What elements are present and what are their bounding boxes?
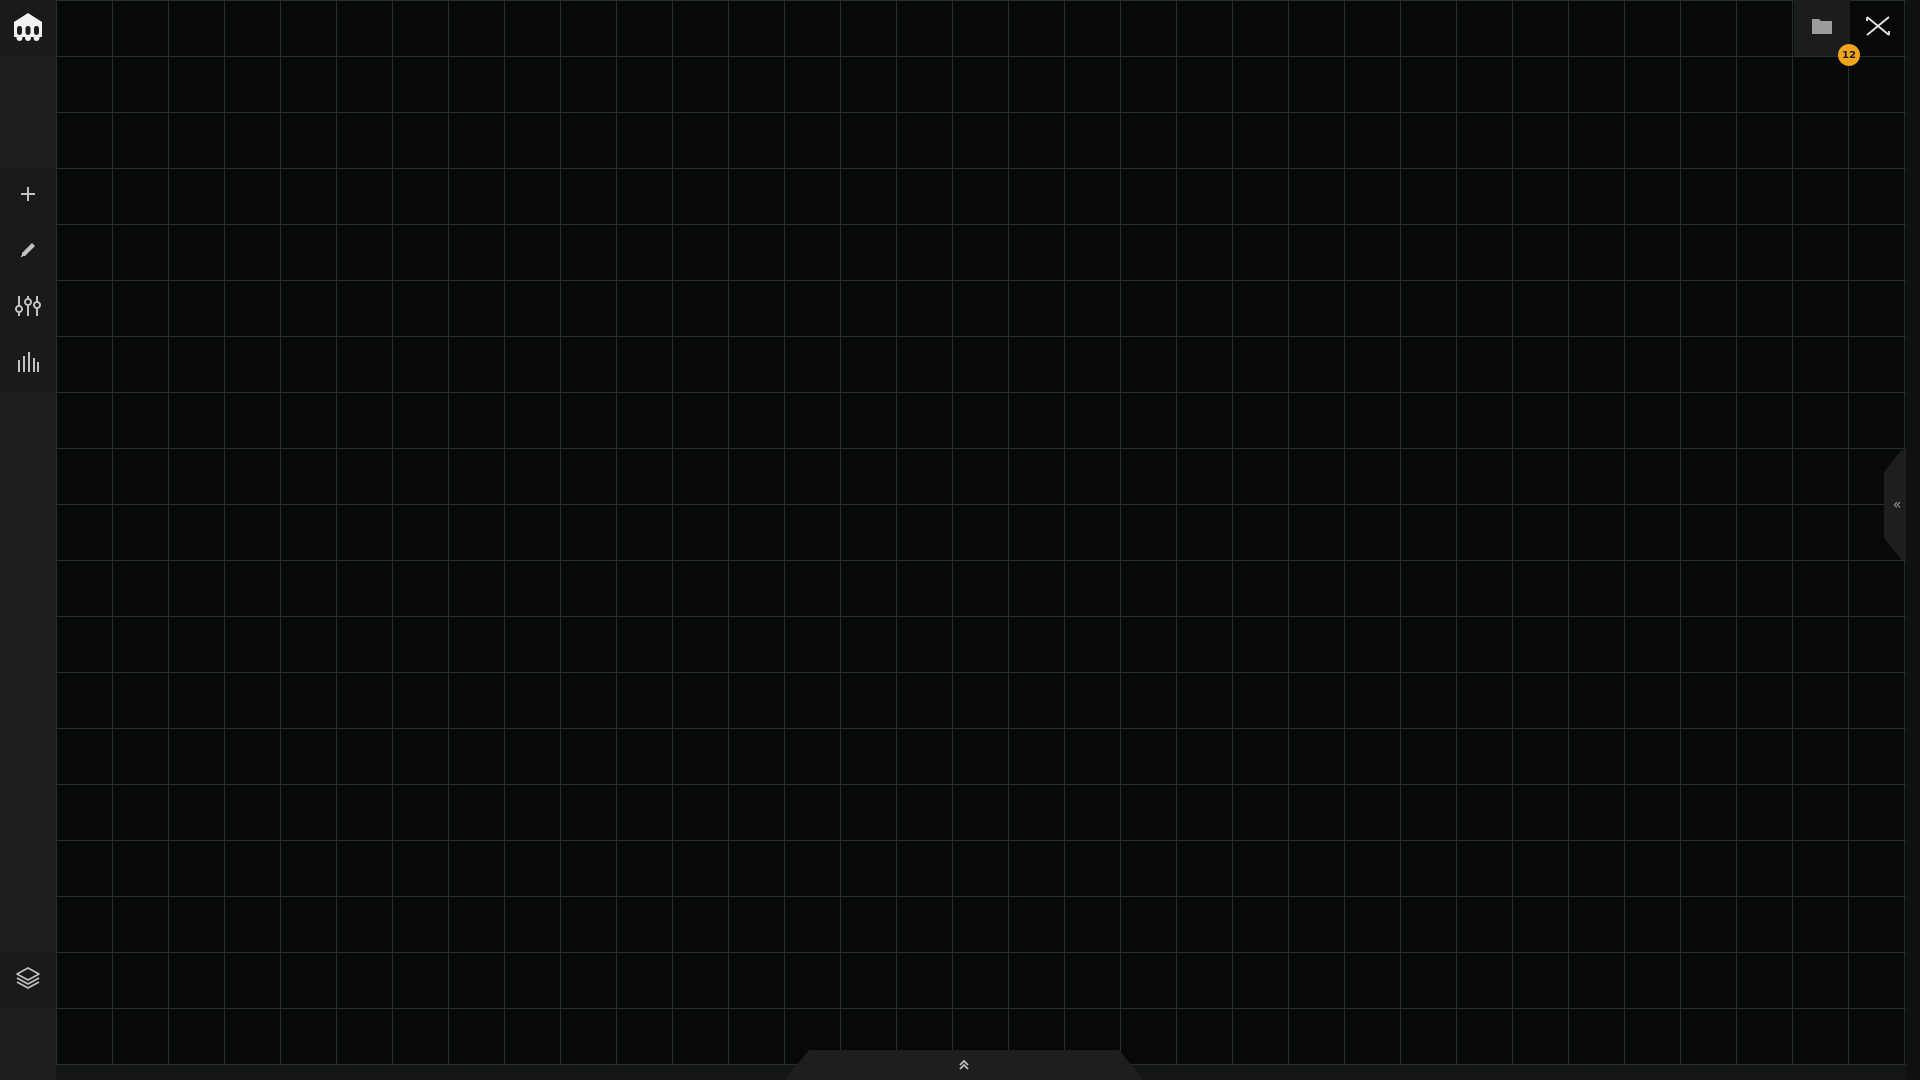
double-chevron-left-icon: « (1892, 497, 1902, 513)
left-sidebar (0, 0, 56, 1080)
edit-button[interactable] (0, 224, 56, 280)
tool-group (0, 168, 56, 392)
sliders-icon (15, 295, 41, 321)
bar-chart-icon (16, 352, 40, 376)
layers-icon (15, 966, 41, 994)
pencil-icon (19, 241, 37, 263)
grid-canvas[interactable] (56, 0, 1906, 1065)
add-button[interactable] (0, 168, 56, 224)
app-logo[interactable] (0, 0, 56, 56)
close-button[interactable] (1850, 0, 1906, 56)
bottom-panel-toggle[interactable] (784, 1050, 1144, 1080)
layers-button[interactable] (0, 952, 56, 1008)
double-chevron-up-icon (958, 1056, 970, 1075)
app-root: 12 « (0, 0, 1920, 1080)
robot-logo-icon (11, 11, 45, 45)
plus-icon (20, 186, 36, 206)
folder-icon (1811, 17, 1833, 39)
close-x-icon (1865, 15, 1891, 41)
stats-button[interactable] (0, 336, 56, 392)
adjust-button[interactable] (0, 280, 56, 336)
right-panel-strip (1906, 0, 1920, 1080)
